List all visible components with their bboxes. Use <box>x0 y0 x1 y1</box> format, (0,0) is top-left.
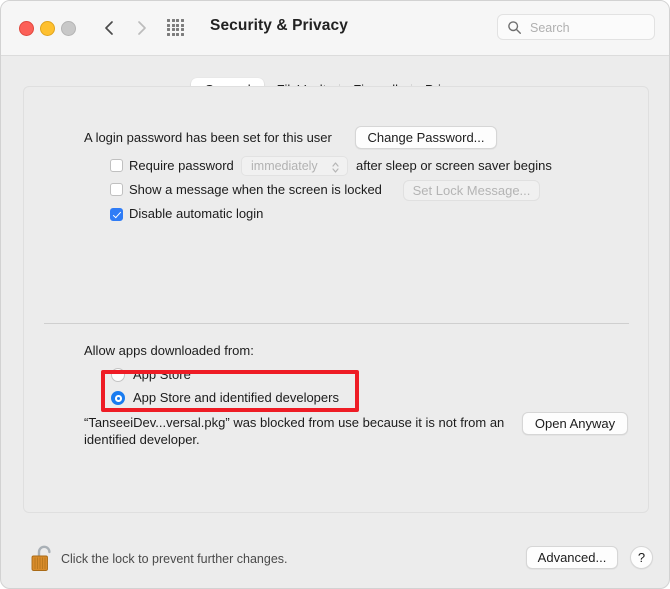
back-button[interactable] <box>99 16 121 40</box>
close-button[interactable] <box>19 21 34 36</box>
section-divider <box>44 323 629 324</box>
search-field[interactable] <box>497 14 655 41</box>
show-all-grid-icon[interactable] <box>167 19 184 36</box>
disable-automatic-login-label: Disable automatic login <box>129 206 264 221</box>
require-password-suffix-label: after sleep or screen saver begins <box>356 158 552 173</box>
search-icon <box>507 20 522 40</box>
radio-app-store-and-identified-developers-label: App Store and identified developers <box>133 390 339 405</box>
open-anyway-button[interactable]: Open Anyway <box>522 412 628 435</box>
set-lock-message-button[interactable]: Set Lock Message... <box>403 180 540 201</box>
page-title: Security & Privacy <box>210 17 348 34</box>
require-password-checkbox[interactable] <box>110 159 123 172</box>
forward-button[interactable] <box>131 16 153 40</box>
require-password-delay-select[interactable]: immediately <box>241 156 348 176</box>
chevron-updown-icon <box>331 161 340 179</box>
change-password-button[interactable]: Change Password... <box>355 126 497 149</box>
minimize-button[interactable] <box>40 21 55 36</box>
blocked-app-message: “TanseeiDev...versal.pkg” was blocked fr… <box>84 415 505 447</box>
chevron-right-icon <box>138 21 146 35</box>
padlock-open-icon[interactable] <box>29 541 59 575</box>
login-password-status-text: A login password has been set for this u… <box>84 130 332 145</box>
lock-status-text: Click the lock to prevent further change… <box>61 552 288 566</box>
zoom-button[interactable] <box>61 21 76 36</box>
security-privacy-window: Security & Privacy General FileVault Fir… <box>0 0 670 589</box>
radio-app-store[interactable] <box>111 368 125 382</box>
require-password-delay-value: immediately <box>251 159 318 173</box>
require-password-label: Require password <box>129 158 234 173</box>
search-input[interactable] <box>528 15 652 41</box>
allow-apps-label: Allow apps downloaded from: <box>84 343 254 358</box>
disable-automatic-login-checkbox[interactable] <box>110 208 123 221</box>
radio-app-store-and-identified-developers[interactable] <box>111 391 125 405</box>
radio-app-store-label: App Store <box>133 367 191 382</box>
advanced-button[interactable]: Advanced... <box>526 546 618 569</box>
window-titlebar: Security & Privacy <box>1 1 669 56</box>
general-settings-panel <box>23 86 649 513</box>
show-lock-message-checkbox[interactable] <box>110 183 123 196</box>
chevron-left-icon <box>105 21 113 35</box>
help-button[interactable]: ? <box>630 546 653 569</box>
show-lock-message-label: Show a message when the screen is locked <box>129 182 382 197</box>
